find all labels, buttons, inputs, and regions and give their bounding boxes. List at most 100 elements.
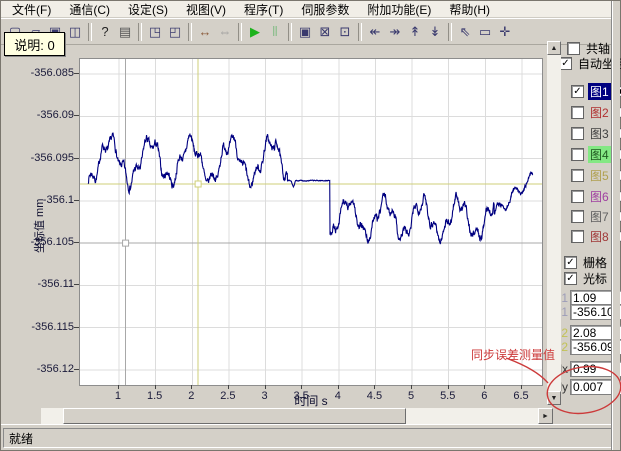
cursor-option-checkbox[interactable]: ✓ bbox=[564, 272, 577, 285]
x-tick-mark bbox=[411, 385, 412, 389]
plot-2-label: 图2 bbox=[588, 104, 611, 121]
grid-option-label: 栅格 bbox=[581, 254, 609, 271]
y-axis-title: 坐标值 mm bbox=[31, 199, 47, 253]
plot-6-checkbox[interactable] bbox=[571, 190, 584, 203]
toolbar-separator bbox=[358, 23, 362, 41]
plot-7-checkbox[interactable] bbox=[571, 210, 584, 223]
plot-3-checkbox[interactable] bbox=[571, 127, 584, 140]
cursor1-marker[interactable] bbox=[123, 240, 129, 246]
toolbar: ▢▱▣◫?▤◳◰↔⇔▶Ⅱ▣⊠⊡↞↠↟↡⇖▭✛ bbox=[1, 18, 620, 45]
menu-item[interactable]: 程序(T) bbox=[235, 0, 292, 19]
compress-horizontal-icon[interactable]: ⇔ bbox=[215, 22, 235, 42]
status-text: 就绪 bbox=[9, 430, 33, 447]
grid-option-checkbox[interactable]: ✓ bbox=[564, 256, 577, 269]
chart-plot-area[interactable] bbox=[79, 58, 543, 386]
y-tick-mark bbox=[74, 242, 79, 243]
toolbar-separator bbox=[238, 23, 242, 41]
menu-item[interactable]: 帮助(H) bbox=[440, 0, 499, 19]
pan-icon[interactable]: ✛ bbox=[495, 22, 515, 42]
menu-item[interactable]: 设定(S) bbox=[119, 0, 177, 19]
plot-1-label: 图1 bbox=[588, 83, 611, 100]
plot-7-label: 图7 bbox=[588, 208, 611, 225]
scale-x-out-icon[interactable]: ↞ bbox=[365, 22, 385, 42]
scale-y-in-icon[interactable]: ↡ bbox=[425, 22, 445, 42]
y-tick-label: -356.09 bbox=[22, 109, 74, 121]
plot-4-label: 图4 bbox=[588, 146, 611, 163]
x-axis-title: 时间 s bbox=[241, 392, 381, 409]
zoom-x-icon[interactable]: ⊠ bbox=[315, 22, 335, 42]
menu-item[interactable]: 文件(F) bbox=[3, 0, 60, 19]
scroll-right-icon[interactable]: ► bbox=[538, 408, 553, 424]
tooltip: 说明: 0 bbox=[4, 32, 65, 56]
plot-8-checkbox[interactable] bbox=[571, 230, 584, 243]
expand-horizontal-icon[interactable]: ↔ bbox=[195, 22, 215, 42]
plot-1-checkbox[interactable]: ✓ bbox=[571, 85, 584, 98]
scroll-up-icon[interactable]: ▲ bbox=[547, 41, 561, 55]
chart-canvas[interactable] bbox=[80, 59, 542, 385]
cursor-option-label: 光标 bbox=[581, 270, 609, 287]
scroll-down-icon[interactable]: ▼ bbox=[547, 391, 561, 405]
x-tick-mark bbox=[155, 385, 156, 389]
select-region-icon[interactable]: ▭ bbox=[475, 22, 495, 42]
series-trace bbox=[88, 133, 533, 244]
scrollbar-thumb[interactable] bbox=[63, 408, 406, 424]
x-tick-mark bbox=[191, 385, 192, 389]
plot-3-label: 图3 bbox=[588, 125, 611, 142]
x-tick-mark bbox=[484, 385, 485, 389]
cursor2-marker[interactable] bbox=[195, 181, 201, 187]
grid-option-row: ✓ 栅格 bbox=[564, 254, 609, 271]
y-tick-mark bbox=[74, 284, 79, 285]
y-tick-mark bbox=[74, 200, 79, 201]
x-tick-mark bbox=[521, 385, 522, 389]
zoom-y-icon[interactable]: ⊡ bbox=[335, 22, 355, 42]
x-tick-mark bbox=[338, 385, 339, 389]
x-tick-mark bbox=[118, 385, 119, 389]
toolbar-separator bbox=[448, 23, 452, 41]
x-tick-mark bbox=[301, 385, 302, 389]
print-icon[interactable]: ▤ bbox=[115, 22, 135, 42]
toolbar-separator bbox=[188, 23, 192, 41]
y-tick-mark bbox=[74, 158, 79, 159]
pause-icon[interactable]: Ⅱ bbox=[265, 22, 285, 42]
tooltip-text: 说明: 0 bbox=[14, 35, 54, 54]
menu-item[interactable]: 视图(V) bbox=[177, 0, 235, 19]
plot-2-checkbox[interactable] bbox=[571, 106, 584, 119]
run-icon[interactable]: ▶ bbox=[245, 22, 265, 42]
plot-4-checkbox[interactable] bbox=[571, 148, 584, 161]
copy-icon[interactable]: ◫ bbox=[65, 22, 85, 42]
y-tick-mark bbox=[74, 115, 79, 116]
scale-y-out-icon[interactable]: ↟ bbox=[405, 22, 425, 42]
plot-horizontal-scrollbar[interactable]: ► bbox=[41, 408, 553, 424]
x-tick-label: 5 bbox=[393, 390, 429, 402]
pointer-icon[interactable]: ⇖ bbox=[455, 22, 475, 42]
plot-6-label: 图6 bbox=[588, 188, 611, 205]
menubar: 文件(F)通信(C)设定(S)视图(V)程序(T)伺服参数附加功能(E)帮助(H… bbox=[1, 1, 620, 18]
x-tick-label: 2 bbox=[173, 390, 209, 402]
y-tick-label: -356.115 bbox=[22, 321, 74, 333]
y-tick-mark bbox=[74, 327, 79, 328]
toolbar-separator bbox=[88, 23, 92, 41]
y-tick-label: -356.1 bbox=[22, 194, 74, 206]
y-tick-mark bbox=[74, 369, 79, 370]
x-tick-label: 1.5 bbox=[137, 390, 173, 402]
app-window: { "window": { "status": "就绪" }, "tooltip… bbox=[0, 0, 621, 451]
zoom-box-icon[interactable]: ▣ bbox=[295, 22, 315, 42]
plot-5-label: 图5 bbox=[588, 167, 611, 184]
y-tick-label: -356.085 bbox=[22, 67, 74, 79]
plot-8-label: 图8 bbox=[588, 228, 611, 245]
y-tick-label: -356.105 bbox=[22, 236, 74, 248]
y-tick-label: -356.12 bbox=[22, 363, 74, 375]
coaxial-checkbox[interactable] bbox=[567, 42, 580, 55]
view-grid-icon[interactable]: ◳ bbox=[145, 22, 165, 42]
help-icon[interactable]: ? bbox=[95, 22, 115, 42]
view-chart-icon[interactable]: ◰ bbox=[165, 22, 185, 42]
scale-x-in-icon[interactable]: ↠ bbox=[385, 22, 405, 42]
status-panel: 就绪 bbox=[3, 428, 612, 448]
plot-5-checkbox[interactable] bbox=[571, 169, 584, 182]
x-tick-mark bbox=[448, 385, 449, 389]
menu-item[interactable]: 附加功能(E) bbox=[358, 0, 440, 19]
menu-item[interactable]: 通信(C) bbox=[60, 0, 119, 19]
x-tick-mark bbox=[374, 385, 375, 389]
menu-item[interactable]: 伺服参数 bbox=[292, 0, 358, 19]
x-tick-mark bbox=[265, 385, 266, 389]
